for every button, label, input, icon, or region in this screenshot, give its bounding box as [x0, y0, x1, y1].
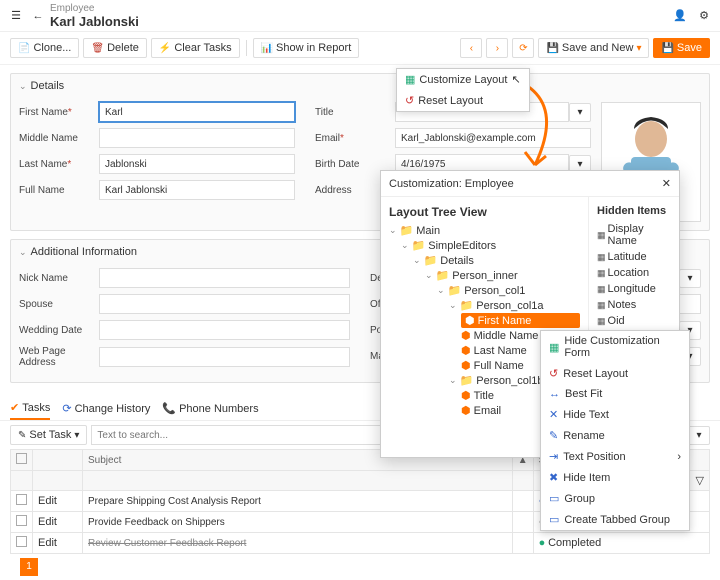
- label-title: Title: [315, 107, 395, 118]
- tree-node[interactable]: ⌄📁Person_inner: [389, 268, 580, 283]
- tree-node[interactable]: ⌄📁Details: [389, 253, 580, 268]
- ctx-hide-form[interactable]: ▦Hide Customization Form: [541, 331, 689, 363]
- first-name-input[interactable]: [99, 102, 295, 122]
- gear-icon[interactable]: ⚙: [696, 8, 712, 24]
- table-row: Edit Review Customer Feedback Report ● Com…: [11, 533, 710, 554]
- label-nick: Nick Name: [19, 273, 99, 284]
- dept-dd[interactable]: ▾: [679, 269, 701, 288]
- back-icon[interactable]: ←: [30, 8, 46, 24]
- next-button[interactable]: ›: [486, 38, 508, 58]
- wedding-input[interactable]: [99, 320, 350, 340]
- cell-subject: Prepare Shipping Cost Analysis Report: [83, 491, 513, 512]
- tab-tasks[interactable]: ✔Tasks: [10, 397, 50, 420]
- user-icon[interactable]: 👤: [672, 8, 688, 24]
- tree-node[interactable]: ⌄📁Person_col1: [389, 283, 580, 298]
- show-in-report-button[interactable]: 📊 Show in Report: [253, 38, 360, 58]
- grid-filter[interactable]: ▾: [688, 426, 710, 445]
- layout-popup: ▦Customize Layout ↖ ↺Reset Layout: [396, 68, 530, 112]
- ctx-rename[interactable]: ✎Rename: [541, 425, 689, 446]
- filter-icon[interactable]: ▽: [696, 475, 704, 487]
- edit-link[interactable]: Edit: [38, 537, 57, 549]
- label-first-name: First Name: [19, 107, 99, 118]
- title-dropdown[interactable]: ▾: [569, 103, 591, 122]
- ctx-tabbed[interactable]: ▭Create Tabbed Group: [541, 509, 689, 530]
- check-all[interactable]: [16, 453, 27, 464]
- clear-tasks-button[interactable]: ⚡ Clear Tasks: [151, 38, 240, 58]
- nick-input[interactable]: [99, 268, 350, 288]
- last-name-input[interactable]: [99, 154, 295, 174]
- web-input[interactable]: [99, 347, 350, 367]
- tree-node[interactable]: ⌄📁Person_col1a: [389, 298, 580, 313]
- page-title: Karl Jablonski: [50, 14, 139, 29]
- row-check[interactable]: [16, 515, 27, 526]
- row-check[interactable]: [16, 536, 27, 547]
- hidden-item[interactable]: ▦ Notes: [597, 297, 671, 313]
- ctx-text-pos[interactable]: ⇥Text Position›: [541, 446, 689, 467]
- label-wedding: Wedding Date: [19, 325, 99, 336]
- edit-link[interactable]: Edit: [38, 495, 57, 507]
- label-last-name: Last Name: [19, 159, 99, 170]
- label-full-name: Full Name: [19, 185, 99, 196]
- save-button[interactable]: 💾 Save: [653, 38, 710, 58]
- tree-node[interactable]: ⌄📁SimpleEditors: [389, 238, 580, 253]
- tree-node-selected[interactable]: ⬢First Name: [461, 313, 580, 328]
- cursor-icon: ↖: [511, 73, 520, 86]
- refresh-button[interactable]: ⟳: [512, 38, 534, 58]
- ctx-group[interactable]: ▭Group: [541, 488, 689, 509]
- label-middle-name: Middle Name: [19, 133, 99, 144]
- full-name-input[interactable]: [99, 180, 295, 200]
- cell-status: ● Completed: [533, 533, 709, 554]
- close-icon[interactable]: ✕: [662, 177, 671, 190]
- details-header[interactable]: ⌄Details: [11, 74, 709, 98]
- label-birth: Birth Date: [315, 159, 395, 170]
- edit-link[interactable]: Edit: [38, 516, 57, 528]
- ctx-hide-item[interactable]: ✖Hide Item: [541, 467, 689, 488]
- breadcrumb: Employee Karl Jablonski: [50, 3, 139, 29]
- ctx-reset[interactable]: ↺Reset Layout: [541, 363, 689, 384]
- page-1[interactable]: 1: [20, 558, 38, 576]
- hidden-item[interactable]: ▦ Longitude: [597, 281, 671, 297]
- tree-node-main[interactable]: ⌄📁Main: [389, 223, 580, 238]
- tab-change-history[interactable]: ⟳Change History: [62, 397, 150, 420]
- hidden-item[interactable]: ▦ Location: [597, 265, 671, 281]
- tab-phone[interactable]: 📞Phone Numbers: [162, 397, 258, 420]
- tree-title: Layout Tree View: [389, 205, 580, 219]
- ctx-best-fit[interactable]: ↔Best Fit: [541, 384, 689, 404]
- save-new-button[interactable]: 💾 Save and New ▾: [538, 38, 649, 58]
- hidden-item[interactable]: ▦ Oid: [597, 313, 671, 329]
- clone-button[interactable]: 📄 Clone...: [10, 38, 79, 58]
- hidden-title: Hidden Items: [597, 205, 671, 217]
- set-task-button[interactable]: ✎ Set Task ▾: [10, 425, 87, 445]
- cell-subject: Review Customer Feedback Report: [83, 533, 513, 554]
- menu-icon[interactable]: ☰: [8, 8, 24, 24]
- prev-button[interactable]: ‹: [460, 38, 482, 58]
- middle-name-input[interactable]: [99, 128, 295, 148]
- hidden-item[interactable]: ▦ Latitude: [597, 249, 671, 265]
- email-input[interactable]: [395, 128, 591, 148]
- customize-layout-item[interactable]: ▦Customize Layout ↖: [397, 69, 529, 90]
- context-menu: ▦Hide Customization Form ↺Reset Layout ↔…: [540, 330, 690, 531]
- cell-subject: Provide Feedback on Shippers: [83, 512, 513, 533]
- label-email: Email: [315, 133, 395, 144]
- label-web: Web Page Address: [19, 346, 99, 368]
- reset-layout-item[interactable]: ↺Reset Layout: [397, 90, 529, 111]
- spouse-input[interactable]: [99, 294, 350, 314]
- cust-title: Customization: Employee: [389, 178, 514, 190]
- hidden-item[interactable]: ▦ Display Name: [597, 221, 671, 249]
- delete-button[interactable]: 🗑 Delete: [83, 38, 147, 58]
- label-spouse: Spouse: [19, 299, 99, 310]
- ctx-hide-text[interactable]: ✕Hide Text: [541, 404, 689, 425]
